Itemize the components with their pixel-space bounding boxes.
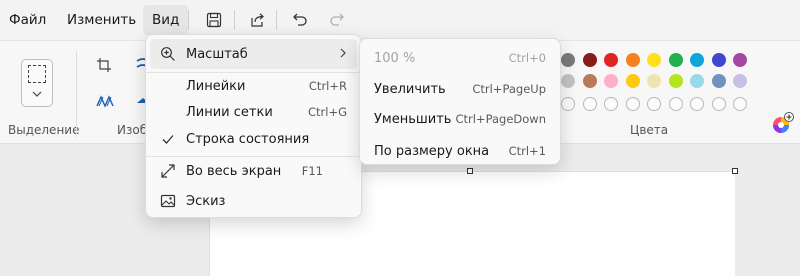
selection-group-label: Выделение — [8, 123, 80, 137]
empty-color-swatch[interactable] — [561, 97, 575, 111]
empty-color-swatch[interactable] — [582, 97, 597, 111]
check-icon — [162, 135, 174, 144]
ribbon-divider — [76, 51, 77, 137]
menu-item-zoom-out[interactable]: Уменьшить Ctrl+PageDown — [364, 104, 556, 134]
empty-color-swatch[interactable] — [625, 97, 640, 111]
color-swatch[interactable] — [582, 53, 597, 67]
selection-rect-icon — [28, 65, 46, 83]
shortcut-label: Ctrl+G — [307, 105, 347, 119]
color-swatch[interactable] — [647, 53, 661, 67]
empty-color-swatch[interactable] — [604, 97, 618, 111]
color-swatch[interactable] — [668, 53, 683, 67]
color-swatch[interactable] — [690, 53, 704, 67]
color-swatch[interactable] — [604, 53, 618, 67]
colors-group-label: Цвета — [630, 123, 669, 137]
menu-item-label: Эскиз — [186, 193, 226, 209]
color-swatch[interactable] — [711, 53, 726, 67]
menu-item-zoom[interactable]: Масштаб — [150, 39, 357, 69]
menu-item-zoom-100: 100 % Ctrl+0 — [364, 43, 556, 73]
resize-handle[interactable] — [467, 168, 473, 174]
menu-item-label: Линии сетки — [186, 104, 273, 120]
zoom-submenu: 100 % Ctrl+0 Увеличить Ctrl+PageUp Умень… — [359, 38, 561, 165]
color-swatch[interactable] — [647, 74, 661, 88]
menu-item-fullscreen[interactable]: Во весь экран F11 — [150, 156, 357, 186]
color-swatch[interactable] — [733, 74, 747, 88]
empty-color-swatch[interactable] — [733, 97, 747, 111]
fullscreen-icon — [161, 164, 175, 178]
thumbnail-icon — [160, 194, 176, 208]
shortcut-label: Ctrl+PageUp — [472, 82, 546, 96]
zoom-icon — [161, 47, 175, 61]
empty-color-swatch[interactable] — [690, 97, 704, 111]
menu-item-label: Строка состояния — [186, 131, 310, 147]
menu-item-zoom-in[interactable]: Увеличить Ctrl+PageUp — [364, 74, 556, 104]
menu-item-label: По размеру окна — [374, 143, 490, 159]
menu-item-fit-window[interactable]: По размеру окна Ctrl+1 — [364, 136, 556, 166]
shortcut-label: F11 — [301, 164, 323, 178]
crop-icon[interactable] — [96, 57, 112, 73]
color-swatch[interactable] — [561, 74, 575, 88]
menu-edit[interactable]: Изменить — [58, 5, 145, 35]
view-menu: Масштаб Линейки Ctrl+R Линии сетки Ctrl+… — [145, 34, 362, 218]
color-swatch[interactable] — [582, 74, 597, 88]
empty-color-swatch[interactable] — [711, 97, 726, 111]
menu-item-label: Увеличить — [374, 81, 446, 97]
color-swatch[interactable] — [604, 74, 618, 88]
toolbar-divider — [276, 10, 277, 30]
share-icon[interactable] — [245, 8, 269, 32]
color-swatch[interactable] — [711, 74, 726, 88]
edit-colors-icon[interactable] — [771, 112, 795, 136]
undo-icon[interactable] — [288, 8, 312, 32]
chevron-down-icon — [32, 91, 42, 97]
toolbar-divider — [234, 10, 235, 30]
menu-item-thumbnail[interactable]: Эскиз — [150, 186, 357, 216]
redo-icon[interactable] — [325, 8, 349, 32]
menu-item-label: Уменьшить — [374, 111, 452, 127]
color-swatch[interactable] — [625, 74, 640, 88]
color-swatch[interactable] — [668, 74, 683, 88]
menu-item-label: Во весь экран — [186, 163, 282, 179]
menu-item-label: Масштаб — [186, 46, 248, 62]
chevron-right-icon — [340, 48, 346, 58]
shortcut-label: Ctrl+R — [308, 79, 347, 93]
toolbar-divider — [188, 10, 189, 30]
color-swatch[interactable] — [733, 53, 747, 67]
color-swatch[interactable] — [625, 53, 640, 67]
menu-item-label: Линейки — [186, 78, 246, 94]
resize-handle[interactable] — [732, 168, 738, 174]
shortcut-label: Ctrl+1 — [508, 144, 546, 158]
color-swatch[interactable] — [690, 74, 704, 88]
empty-color-swatch[interactable] — [647, 97, 661, 111]
menu-item-status-bar[interactable]: Строка состояния — [150, 124, 357, 154]
shortcut-label: Ctrl+0 — [508, 51, 546, 65]
empty-color-swatch[interactable] — [668, 97, 683, 111]
rotate-icon[interactable] — [96, 94, 114, 108]
color-swatch[interactable] — [561, 53, 575, 67]
save-icon[interactable] — [202, 8, 226, 32]
menu-view[interactable]: Вид — [143, 5, 189, 35]
menu-bar: Файл Изменить Вид — [0, 0, 800, 40]
menu-item-label: 100 % — [374, 50, 416, 66]
selection-button[interactable] — [21, 59, 53, 107]
menu-file[interactable]: Файл — [0, 5, 55, 35]
menu-item-gridlines[interactable]: Линии сетки Ctrl+G — [150, 97, 357, 127]
shortcut-label: Ctrl+PageDown — [455, 112, 546, 126]
